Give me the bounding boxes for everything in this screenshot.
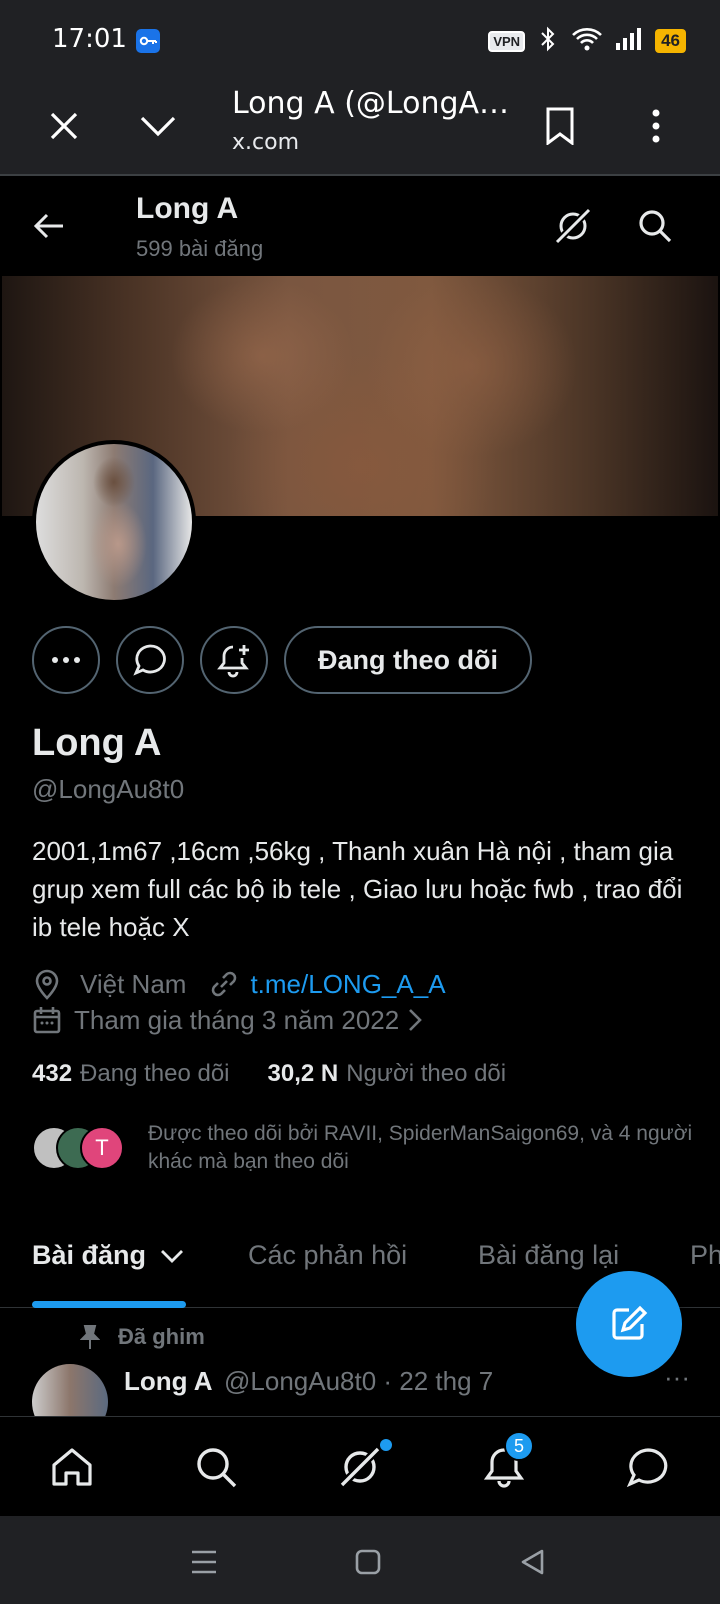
- tab-title: Long A (@LongA…: [232, 86, 510, 121]
- header-post-count: 599 bài đăng: [136, 236, 264, 261]
- calendar-icon: [32, 1005, 62, 1035]
- browser-toolbar: Long A (@LongA… x.com: [0, 80, 720, 176]
- follow-stats: 432 Đang theo dõi 30,2 N Người theo dõi: [32, 1060, 506, 1088]
- more-horizontal-icon: [52, 657, 80, 663]
- pinned-label: Đã ghim: [118, 1324, 205, 1349]
- search-icon[interactable]: [630, 201, 680, 251]
- chevron-right-icon: [407, 1007, 423, 1033]
- profile-joined-row[interactable]: Tham gia tháng 3 năm 2022: [32, 1002, 423, 1038]
- follower-avatar: T: [80, 1126, 124, 1170]
- following-stat[interactable]: 432 Đang theo dõi: [32, 1060, 230, 1088]
- system-nav-bar: [0, 1516, 720, 1604]
- status-bar: 17:01 VPN 46: [0, 0, 720, 80]
- profile-avatar[interactable]: [32, 440, 196, 604]
- status-time: 17:01: [52, 24, 127, 54]
- home-icon[interactable]: [46, 1441, 98, 1493]
- followers-stat[interactable]: 30,2 N Người theo dõi: [268, 1060, 507, 1088]
- post-more-icon[interactable]: ···: [664, 1362, 690, 1393]
- signal-icon: [615, 27, 643, 56]
- wifi-icon: [571, 26, 603, 57]
- tab-replies[interactable]: Các phản hồi: [248, 1240, 407, 1271]
- vpn-key-icon: [136, 29, 160, 53]
- tab-media[interactable]: Ph: [690, 1240, 720, 1271]
- more-vert-icon[interactable]: [632, 102, 680, 150]
- back-triangle-icon[interactable]: [512, 1542, 552, 1582]
- vpn-badge: VPN: [488, 30, 526, 52]
- notify-button[interactable]: [200, 626, 268, 694]
- message-button[interactable]: [116, 626, 184, 694]
- new-indicator-dot: [380, 1439, 392, 1451]
- following-label: Đang theo dõi: [80, 1060, 230, 1087]
- close-icon[interactable]: [40, 102, 88, 150]
- battery-level: 46: [655, 29, 686, 53]
- following-button[interactable]: Đang theo dõi: [284, 626, 532, 694]
- grok-icon[interactable]: [334, 1441, 386, 1493]
- profile-link[interactable]: t.me/LONG_A_A: [250, 969, 445, 1000]
- post-author[interactable]: Long A: [124, 1366, 213, 1397]
- profile-actions: Đang theo dõi: [32, 626, 532, 694]
- grok-icon[interactable]: [548, 201, 598, 251]
- back-arrow-icon[interactable]: [24, 201, 74, 251]
- tab-url[interactable]: x.com: [232, 130, 299, 155]
- following-count: 432: [32, 1060, 73, 1087]
- link-icon: [208, 968, 240, 1000]
- bottom-nav: 5: [0, 1416, 720, 1516]
- post-meta: @LongAu8t0 · 22 thg 7: [224, 1366, 494, 1396]
- followers-count: 30,2 N: [267, 1060, 339, 1087]
- bluetooth-icon: [537, 26, 559, 57]
- profile-handle: @LongAu8t0: [32, 774, 185, 804]
- pinned-label-row: Đã ghim: [80, 1324, 205, 1350]
- recents-menu-icon[interactable]: [184, 1542, 224, 1582]
- pin-icon: [80, 1325, 100, 1349]
- profile-bio: 2001,1m67 ,16cm ,56kg , Thanh xuân Hà nộ…: [32, 836, 683, 942]
- followed-by-row[interactable]: T Được theo dõi bởi RAVII, SpiderManSaig…: [32, 1118, 712, 1182]
- notification-badge: 5: [504, 1431, 534, 1461]
- followers-label: Người theo dõi: [346, 1060, 507, 1087]
- followed-by-text: Được theo dõi bởi RAVII, SpiderManSaigon…: [148, 1122, 693, 1173]
- compose-button[interactable]: [576, 1271, 682, 1377]
- profile-top-bar: Long A 599 bài đăng: [0, 178, 720, 276]
- status-icons: VPN 46: [488, 26, 686, 56]
- home-square-icon[interactable]: [348, 1542, 388, 1582]
- location-icon: [32, 968, 62, 1000]
- tab-posts-label: Bài đăng: [32, 1240, 147, 1270]
- bell-plus-icon: [217, 645, 249, 678]
- bookmark-icon[interactable]: [536, 102, 584, 150]
- profile-joined: Tham gia tháng 3 năm 2022: [74, 1004, 400, 1035]
- tab-reposts[interactable]: Bài đăng lại: [478, 1240, 619, 1271]
- chevron-down-icon[interactable]: [134, 102, 182, 150]
- chevron-down-icon: [160, 1250, 183, 1263]
- post-avatar[interactable]: [32, 1364, 108, 1416]
- profile-meta-location-link: Việt Nam t.me/LONG_A_A: [32, 966, 446, 1002]
- active-tab-indicator: [32, 1301, 186, 1308]
- tab-posts[interactable]: Bài đăng: [32, 1240, 184, 1271]
- more-options-button[interactable]: [32, 626, 100, 694]
- message-bubble-icon: [133, 644, 166, 676]
- profile-location: Việt Nam: [80, 968, 187, 999]
- compose-icon: [612, 1305, 648, 1340]
- search-icon[interactable]: [190, 1441, 242, 1493]
- profile-name: Long A: [32, 722, 162, 764]
- messages-icon[interactable]: [622, 1441, 674, 1493]
- header-name: Long A: [136, 192, 239, 225]
